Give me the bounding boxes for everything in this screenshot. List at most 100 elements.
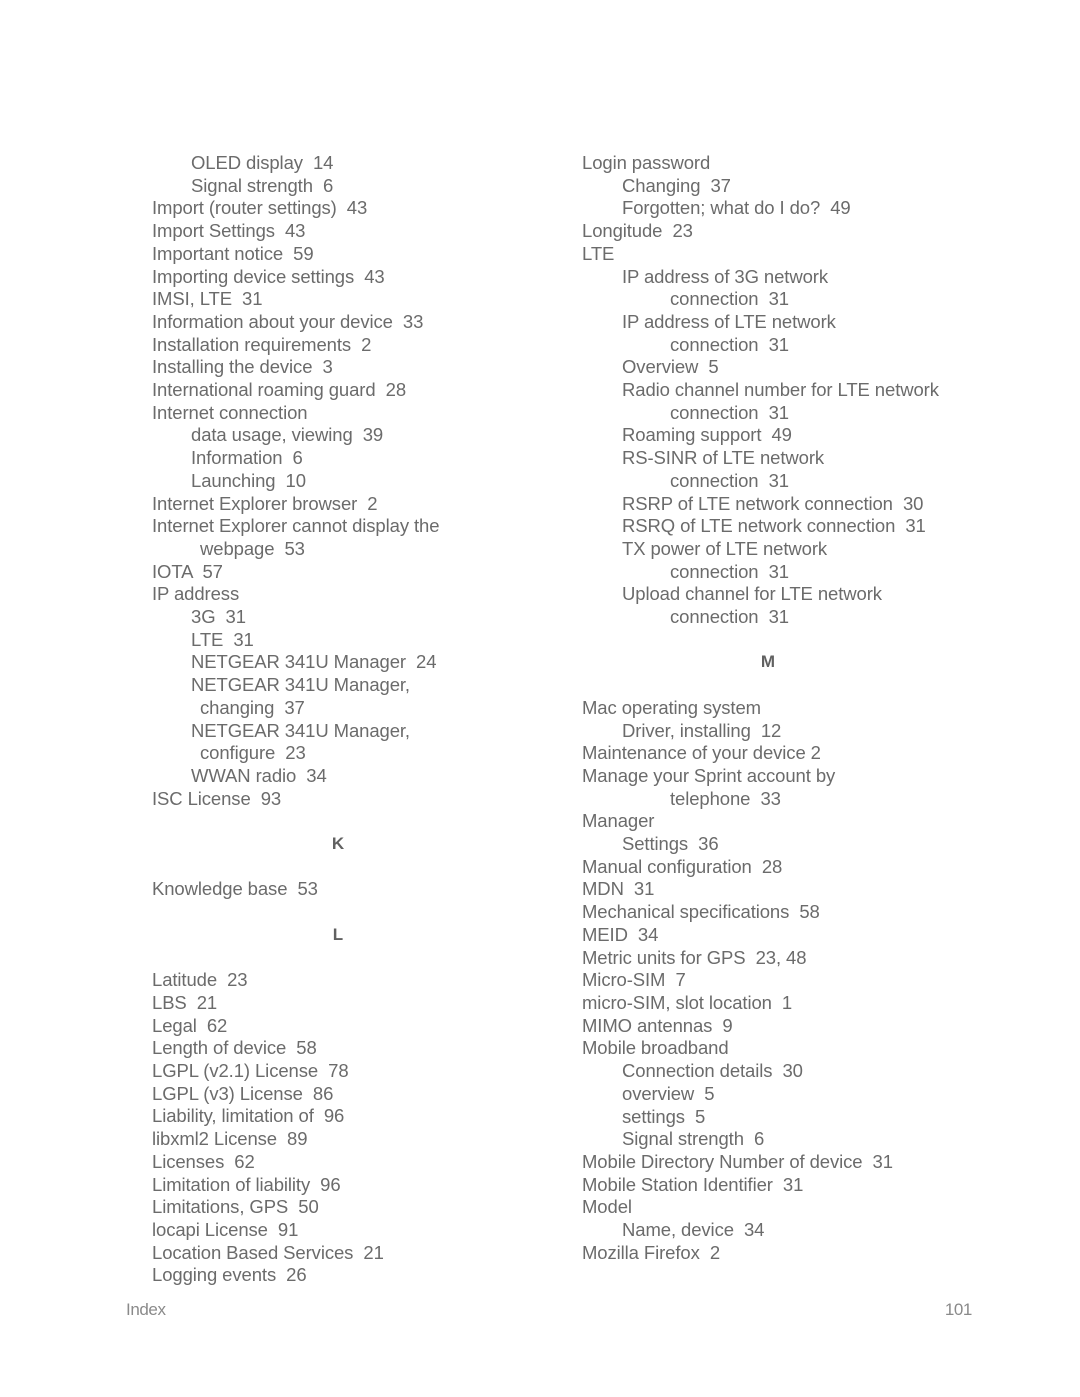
index-entry: RSRQ of LTE network connection 31 [622,515,926,537]
index-entry: Limitations, GPS 50 [152,1196,319,1218]
index-entry: RSRP of LTE network connection 30 [622,492,924,514]
index-entry: locapi License 91 [152,1218,299,1240]
index-entry: OLED display 14 [191,152,334,173]
index-entry: Launching 10 [191,469,306,491]
section-letter-heading: L [332,924,344,944]
section-letter-heading: K [331,834,345,854]
index-entry: Importing device settings 43 [152,265,385,287]
index-entry: LGPL (v3) License 86 [152,1082,334,1104]
index-entry: Metric units for GPS 23, 48 [582,946,807,968]
index-entry: Manager [582,810,655,832]
index-entry: Mobile Directory Number of device 31 [582,1150,893,1172]
index-entry: telephone 33 [670,787,781,809]
index-entry: Import (router settings) 43 [152,197,368,219]
index-entry: WWAN radio 34 [191,764,327,786]
index-entry: LBS 21 [152,991,218,1013]
index-entry: connection 31 [670,469,789,491]
index-entry: Internet connection [152,401,308,423]
index-entry: Installation requirements 2 [152,333,372,355]
index-columns: OLED display 14 Signal strength 6 Import (… [0,152,1080,1287]
index-entry: IMSI, LTE 31 [152,288,263,310]
index-entry: Information about your device 33 [152,310,424,332]
index-entry: Roaming support 49 [622,424,792,446]
index-entry: IOTA 57 [152,560,223,582]
page-footer: Index 101 [126,1300,972,1320]
index-entry: Upload channel for LTE network [622,583,882,605]
index-entry: connection 31 [670,333,789,355]
index-entry: Manage your Sprint account by [582,764,836,786]
index-entry: Logging events 26 [152,1264,307,1286]
index-entry: Liability, limitation of 96 [152,1105,345,1127]
index-entry: RS-SINR of LTE network [622,447,825,469]
index-entry: Installing the device 3 [152,356,333,378]
section-letter-heading: M [760,652,776,672]
index-entry: Internet Explorer cannot display the [152,515,440,537]
index-entry: 3G 31 [191,606,246,628]
index-entry: connection 31 [670,288,789,310]
index-entry: ISC License 93 [152,787,282,809]
index-entry: Micro-SIM 7 [582,969,686,991]
index-entry: LTE [582,242,615,264]
index-entry: Signal strength 6 [622,1128,765,1150]
index-entry: Overview 5 [622,356,719,378]
index-entry: NETGEAR 341U Manager, [191,719,410,741]
left-column: OLED display 14 Signal strength 6 Import (… [152,152,582,1287]
index-entry: MDN 31 [582,878,655,900]
index-entry: Forgotten; what do I do? 49 [622,197,851,219]
index-entry: LTE 31 [191,628,254,650]
index-entry: data usage, viewing 39 [191,424,384,446]
index-entry: connection 31 [670,401,789,423]
index-entry: Legal 62 [152,1014,228,1036]
index-entry: Mac operating system [582,696,761,718]
index-entry: Length of device 58 [152,1037,317,1059]
index-entry: MIMO antennas 9 [582,1014,733,1036]
index-entry: MEID 34 [582,923,659,945]
index-entry: Model [582,1196,632,1218]
index-entry: libxml2 License 89 [152,1128,308,1150]
index-entry: changing 37 [200,696,305,718]
index-entry: Latitude 23 [152,969,248,991]
index-entry: NETGEAR 341U Manager 24 [191,651,437,673]
index-entry: webpage 53 [200,537,305,559]
index-entry: configure 23 [200,742,306,764]
index-page: OLED display 14 Signal strength 6 Import (… [0,0,1080,1397]
index-entry: Name, device 34 [622,1219,765,1241]
index-entry: Mozilla Firefox 2 [582,1241,721,1263]
index-entry: LGPL (v2.1) License 78 [152,1060,349,1082]
index-entry: Changing 37 [622,174,731,196]
index-entry: Maintenance of your device 2 [582,742,821,764]
index-entry: NETGEAR 341U Manager, [191,674,410,696]
page-number: 101 [944,1300,973,1319]
index-entry: Mobile Station Identifier 31 [582,1173,804,1195]
index-entry: Mobile broadband [582,1037,729,1059]
index-entry: Signal strength 6 [191,174,334,196]
index-entry: Manual configuration 28 [582,855,783,877]
index-entry: Licenses 62 [152,1150,255,1172]
index-entry: TX power of LTE network [622,537,828,559]
index-entry: Important notice 59 [152,242,314,264]
index-entry: Limitation of liability 96 [152,1173,341,1195]
index-entry: Knowledge base 53 [152,878,318,900]
index-entry: International roaming guard 28 [152,379,407,401]
index-entry: Settings 36 [622,833,719,855]
index-entry: Driver, installing 12 [622,719,782,741]
index-entry: Information 6 [191,447,303,469]
index-entry: Import Settings 43 [152,220,306,242]
index-entry: connection 31 [670,560,789,582]
index-entry: overview 5 [622,1082,715,1104]
index-entry: Radio channel number for LTE network [622,379,939,401]
index-entry: settings 5 [622,1105,706,1127]
index-entry: connection 31 [670,606,789,628]
index-entry: Login password [582,152,711,173]
footer-label: Index [126,1300,166,1319]
right-column: Login password Changing 37 Forgotten; what… [582,152,1012,1287]
index-entry: Connection details 30 [622,1060,803,1082]
index-entry: micro-SIM, slot location 1 [582,991,793,1013]
index-entry: IP address [152,583,240,605]
index-entry: Mechanical specifications 58 [582,901,820,923]
index-entry: IP address of LTE network [622,310,836,332]
index-entry: Internet Explorer browser 2 [152,492,378,514]
index-entry: IP address of 3G network [622,265,829,287]
index-entry: Longitude 23 [582,220,693,242]
index-entry: Location Based Services 21 [152,1241,384,1263]
